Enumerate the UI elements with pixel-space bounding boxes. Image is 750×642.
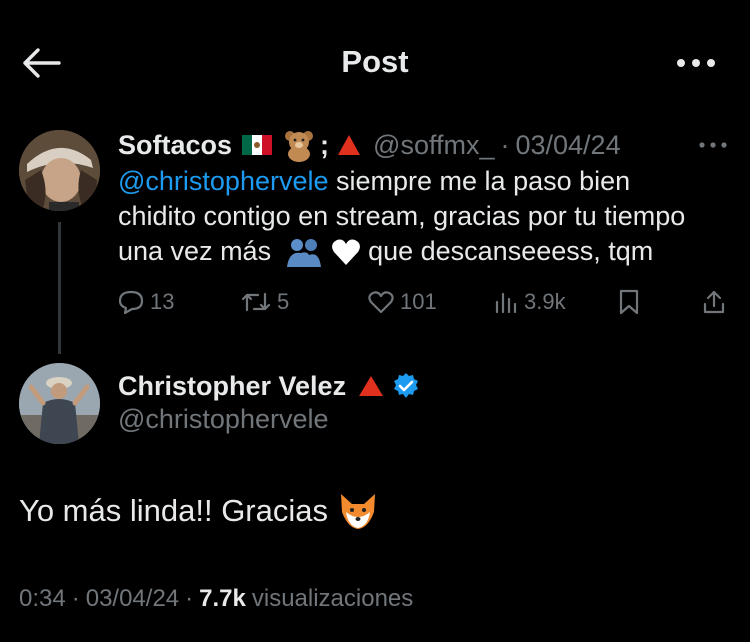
author-handle[interactable]: @soffmx_ (373, 130, 494, 161)
post-date[interactable]: 03/04/24 (515, 130, 620, 161)
reply-button[interactable]: 13 (118, 284, 174, 320)
people-hugging-icon (286, 238, 321, 267)
bookmark-button[interactable] (618, 284, 640, 320)
views-button[interactable]: 3.9k (494, 284, 566, 320)
reply-header: Softacos ; @soffmx_ · 03/04/24 (118, 126, 621, 164)
post-meta: 0:34 · 03/04/24 · 7.7k visualizaciones (19, 585, 413, 613)
reply-text-line3b: que descanseeess, tqm (360, 236, 654, 266)
like-count: 101 (400, 289, 437, 314)
share-icon (703, 290, 725, 314)
reply-text: @christophervele siempre me la paso bien… (118, 164, 738, 269)
post-time[interactable]: 0:34 (19, 585, 66, 613)
teddy-bear-icon (285, 131, 314, 162)
avatar[interactable] (19, 363, 100, 444)
red-triangle-icon (359, 376, 384, 396)
author-name[interactable]: Softacos (118, 130, 232, 161)
user-photo-icon (19, 130, 100, 211)
repost-button[interactable]: 5 (241, 284, 289, 320)
more-horizontal-icon (699, 142, 727, 148)
avatar[interactable] (19, 130, 100, 211)
verified-badge-icon (394, 373, 419, 398)
views-count: 3.9k (524, 289, 566, 314)
fox-face-icon (341, 494, 376, 529)
semicolon-text: ; (320, 129, 330, 160)
heart-outline-icon (368, 291, 394, 314)
more-options-button[interactable] (668, 44, 724, 82)
separator-dot: · (185, 585, 194, 612)
separator-dot: · (500, 129, 510, 160)
thread-connector-line (58, 222, 61, 354)
author-handle[interactable]: @christophervele (118, 404, 329, 435)
post-text-body: Yo más linda!! Gracias (19, 493, 329, 528)
bookmark-icon (619, 289, 639, 315)
name-emojis: ; (242, 128, 361, 162)
comment-icon (118, 290, 144, 315)
reply-more-button[interactable] (693, 130, 733, 160)
views-label: visualizaciones (251, 585, 414, 612)
share-button[interactable] (702, 284, 726, 320)
post-author-row: Christopher Velez (118, 368, 420, 404)
views-count[interactable]: 7.7k (199, 585, 246, 613)
post-date[interactable]: 03/04/24 (86, 585, 179, 613)
mention-link[interactable]: @christophervele (118, 166, 329, 196)
red-triangle-icon (338, 135, 361, 155)
like-button[interactable]: 101 (368, 284, 437, 320)
repost-count: 5 (277, 289, 290, 314)
bar-chart-icon (495, 292, 517, 314)
white-heart-icon (331, 239, 360, 265)
post-text: Yo más linda!! Gracias (19, 492, 378, 530)
reply-text-line3a: una vez más (118, 236, 279, 266)
author-name[interactable]: Christopher Velez (118, 371, 346, 402)
reply-text-line2: chidito contigo en stream, gracias por t… (118, 201, 686, 231)
user-photo-icon (19, 363, 100, 444)
repost-icon (241, 292, 271, 312)
action-bar: 13 5 101 3.9k (118, 284, 738, 320)
page-title: Post (341, 44, 409, 79)
reply-text-line1: siempre me la paso bien (328, 166, 631, 196)
reply-count: 13 (150, 289, 175, 314)
top-bar: Post (0, 0, 750, 106)
more-horizontal-icon (677, 59, 715, 67)
mexico-flag-icon (242, 135, 273, 155)
separator-dot: · (71, 585, 80, 612)
